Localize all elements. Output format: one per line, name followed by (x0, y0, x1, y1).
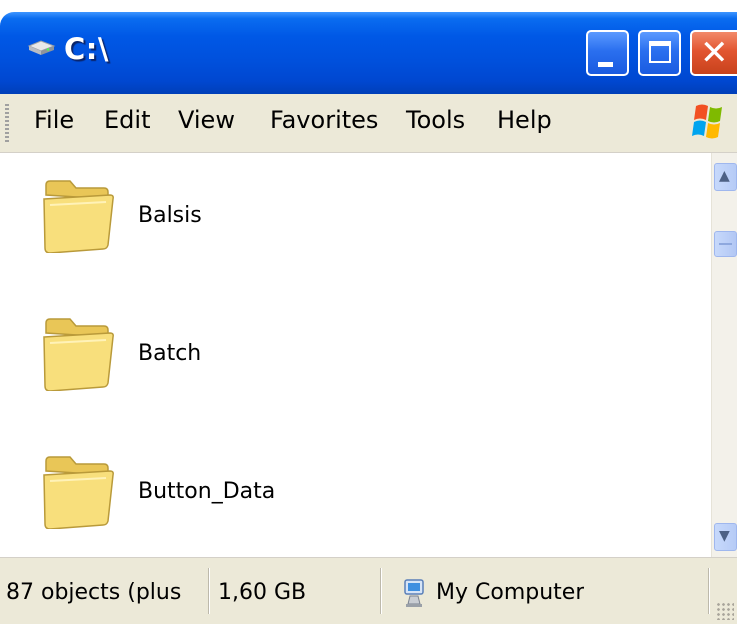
folder-icon (43, 318, 114, 391)
my-computer-icon (404, 579, 424, 607)
title-bar[interactable]: C:\ ✕ (0, 12, 737, 94)
status-location: My Computer (436, 580, 585, 605)
explorer-window: C:\ ✕ File Edit View Favorites Tools Hel… (0, 0, 737, 624)
vertical-scrollbar[interactable]: ▲ ▼ (711, 153, 737, 557)
file-list: Balsis Batch Button_Data (0, 153, 711, 557)
status-size: 1,60 GB (218, 580, 307, 605)
folder-icon (43, 456, 114, 529)
folder-icon (43, 180, 114, 253)
scroll-down-button[interactable]: ▼ (714, 523, 737, 551)
status-divider (380, 568, 382, 614)
window-title: C:\ (64, 32, 109, 66)
close-icon: ✕ (700, 33, 729, 73)
resize-grip[interactable] (716, 602, 734, 620)
folder-item[interactable]: Button_Data (38, 451, 358, 551)
status-divider (708, 568, 710, 614)
status-bar: 87 objects (plus 1,60 GB My Computer (0, 557, 737, 624)
windows-logo-icon (692, 104, 722, 139)
maximize-icon (649, 41, 671, 63)
menu-favorites[interactable]: Favorites (270, 106, 378, 134)
chevron-down-icon: ▼ (719, 528, 730, 544)
close-button[interactable]: ✕ (690, 30, 737, 76)
status-divider (208, 568, 210, 614)
scroll-thumb[interactable] (714, 231, 737, 257)
menu-tools[interactable]: Tools (406, 106, 465, 134)
minimize-icon (598, 62, 613, 67)
minimize-button[interactable] (586, 30, 629, 76)
folder-name[interactable]: Button_Data (138, 479, 275, 504)
toolbar-grip[interactable] (5, 104, 9, 142)
chevron-up-icon: ▲ (719, 168, 730, 184)
menu-bar: File Edit View Favorites Tools Help (0, 94, 737, 153)
folder-name[interactable]: Balsis (138, 203, 202, 228)
menu-help[interactable]: Help (497, 106, 552, 134)
menu-file[interactable]: File (34, 106, 74, 134)
folder-item[interactable]: Batch (38, 313, 358, 413)
menu-view[interactable]: View (178, 106, 235, 134)
maximize-button[interactable] (638, 30, 681, 76)
menu-edit[interactable]: Edit (104, 106, 150, 134)
drive-icon (27, 40, 56, 55)
status-object-count: 87 objects (plus (6, 580, 182, 605)
folder-name[interactable]: Batch (138, 341, 201, 366)
scroll-up-button[interactable]: ▲ (714, 163, 737, 191)
folder-item[interactable]: Balsis (38, 175, 358, 275)
